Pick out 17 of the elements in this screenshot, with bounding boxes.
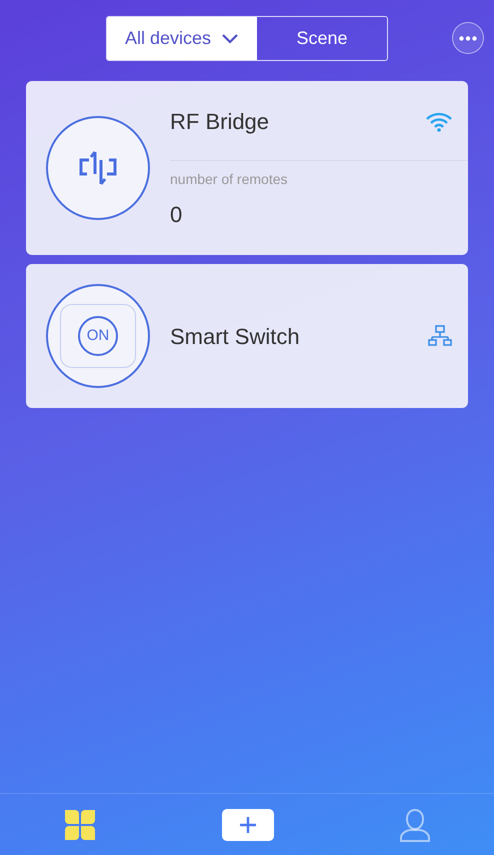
- profile-tab[interactable]: [399, 808, 432, 842]
- device-card[interactable]: RF Bridge number of remotes 0: [26, 81, 468, 255]
- more-button[interactable]: [452, 22, 484, 54]
- device-name: Smart Switch: [170, 322, 300, 350]
- tab[interactable]: All devices: [107, 17, 257, 60]
- add-button[interactable]: [222, 808, 274, 840]
- device-name: RF Bridge: [170, 108, 270, 136]
- more-icon: [459, 36, 477, 40]
- on-label: ON: [78, 316, 118, 356]
- device-card[interactable]: ON Smart Switch: [26, 264, 468, 408]
- plus-icon: [238, 814, 258, 834]
- home-tab[interactable]: [62, 808, 97, 842]
- stat-label: number of remotes: [170, 170, 288, 189]
- wifi-icon: [426, 112, 452, 132]
- stat-value: 0: [170, 201, 184, 229]
- network-icon: [428, 325, 452, 347]
- tab[interactable]: Scene: [257, 17, 387, 60]
